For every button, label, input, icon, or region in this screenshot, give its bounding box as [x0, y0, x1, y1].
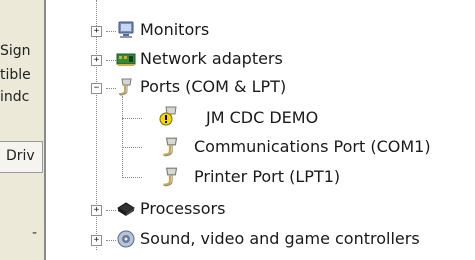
left-text-line3: indc: [0, 89, 30, 105]
tree-child-connector: [122, 96, 123, 178]
left-text-line2: tible: [0, 67, 31, 83]
tree-hline: [106, 210, 116, 211]
processor-icon: [117, 202, 135, 216]
left-dialog-panel: Sign tible indc Driv -: [0, 0, 44, 260]
driver-tab-label: Driv: [6, 148, 35, 164]
expand-processors-button[interactable]: +: [91, 205, 102, 216]
tree-item-monitors[interactable]: Monitors: [140, 20, 209, 39]
tree-item-ports[interactable]: Ports (COM & LPT): [140, 77, 286, 96]
tree-item-sound-video-game[interactable]: Sound, video and game controllers: [140, 229, 420, 248]
tree-item-printer-port[interactable]: Printer Port (LPT1): [194, 167, 340, 186]
tree-hline: [106, 240, 116, 241]
tree-item-communications-port[interactable]: Communications Port (COM1): [194, 137, 431, 156]
left-dash: -: [32, 225, 38, 241]
collapse-ports-button[interactable]: −: [91, 83, 102, 94]
port-icon: [118, 78, 132, 96]
panel-divider: [44, 0, 46, 260]
device-tree: + Monitors + Network adapters − Ports (C…: [50, 0, 475, 260]
monitor-icon: [118, 21, 134, 38]
driver-tab[interactable]: Driv: [0, 141, 43, 173]
sound-icon: [117, 230, 135, 248]
expand-monitors-button[interactable]: +: [91, 26, 102, 37]
port-icon: [163, 137, 178, 157]
tree-hline: [122, 177, 142, 178]
expand-network-adapters-button[interactable]: +: [91, 55, 102, 66]
warning-port-icon: [159, 106, 177, 126]
tree-hline: [122, 118, 142, 119]
port-icon: [163, 167, 178, 187]
tree-item-jm-cdc-demo[interactable]: JM CDC DEMO: [206, 108, 318, 127]
tree-hline: [106, 31, 116, 32]
tree-hline: [122, 147, 142, 148]
tree-item-network-adapters[interactable]: Network adapters: [140, 49, 283, 68]
tree-hline: [106, 60, 116, 61]
tree-item-processors[interactable]: Processors: [140, 199, 225, 218]
left-text-line1: Sign: [0, 43, 31, 59]
expand-sound-video-button[interactable]: +: [91, 235, 102, 246]
network-adapter-icon: [116, 53, 136, 66]
tree-hline: [106, 88, 116, 89]
